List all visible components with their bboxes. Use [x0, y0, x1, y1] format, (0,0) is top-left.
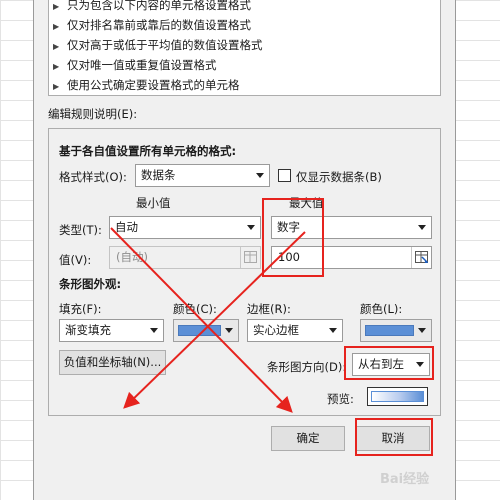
annotation-arrows [110, 227, 306, 413]
watermark-text: Bai经验 [380, 472, 430, 487]
annotation-arrow [110, 227, 293, 413]
annotation-arrow [123, 231, 306, 409]
